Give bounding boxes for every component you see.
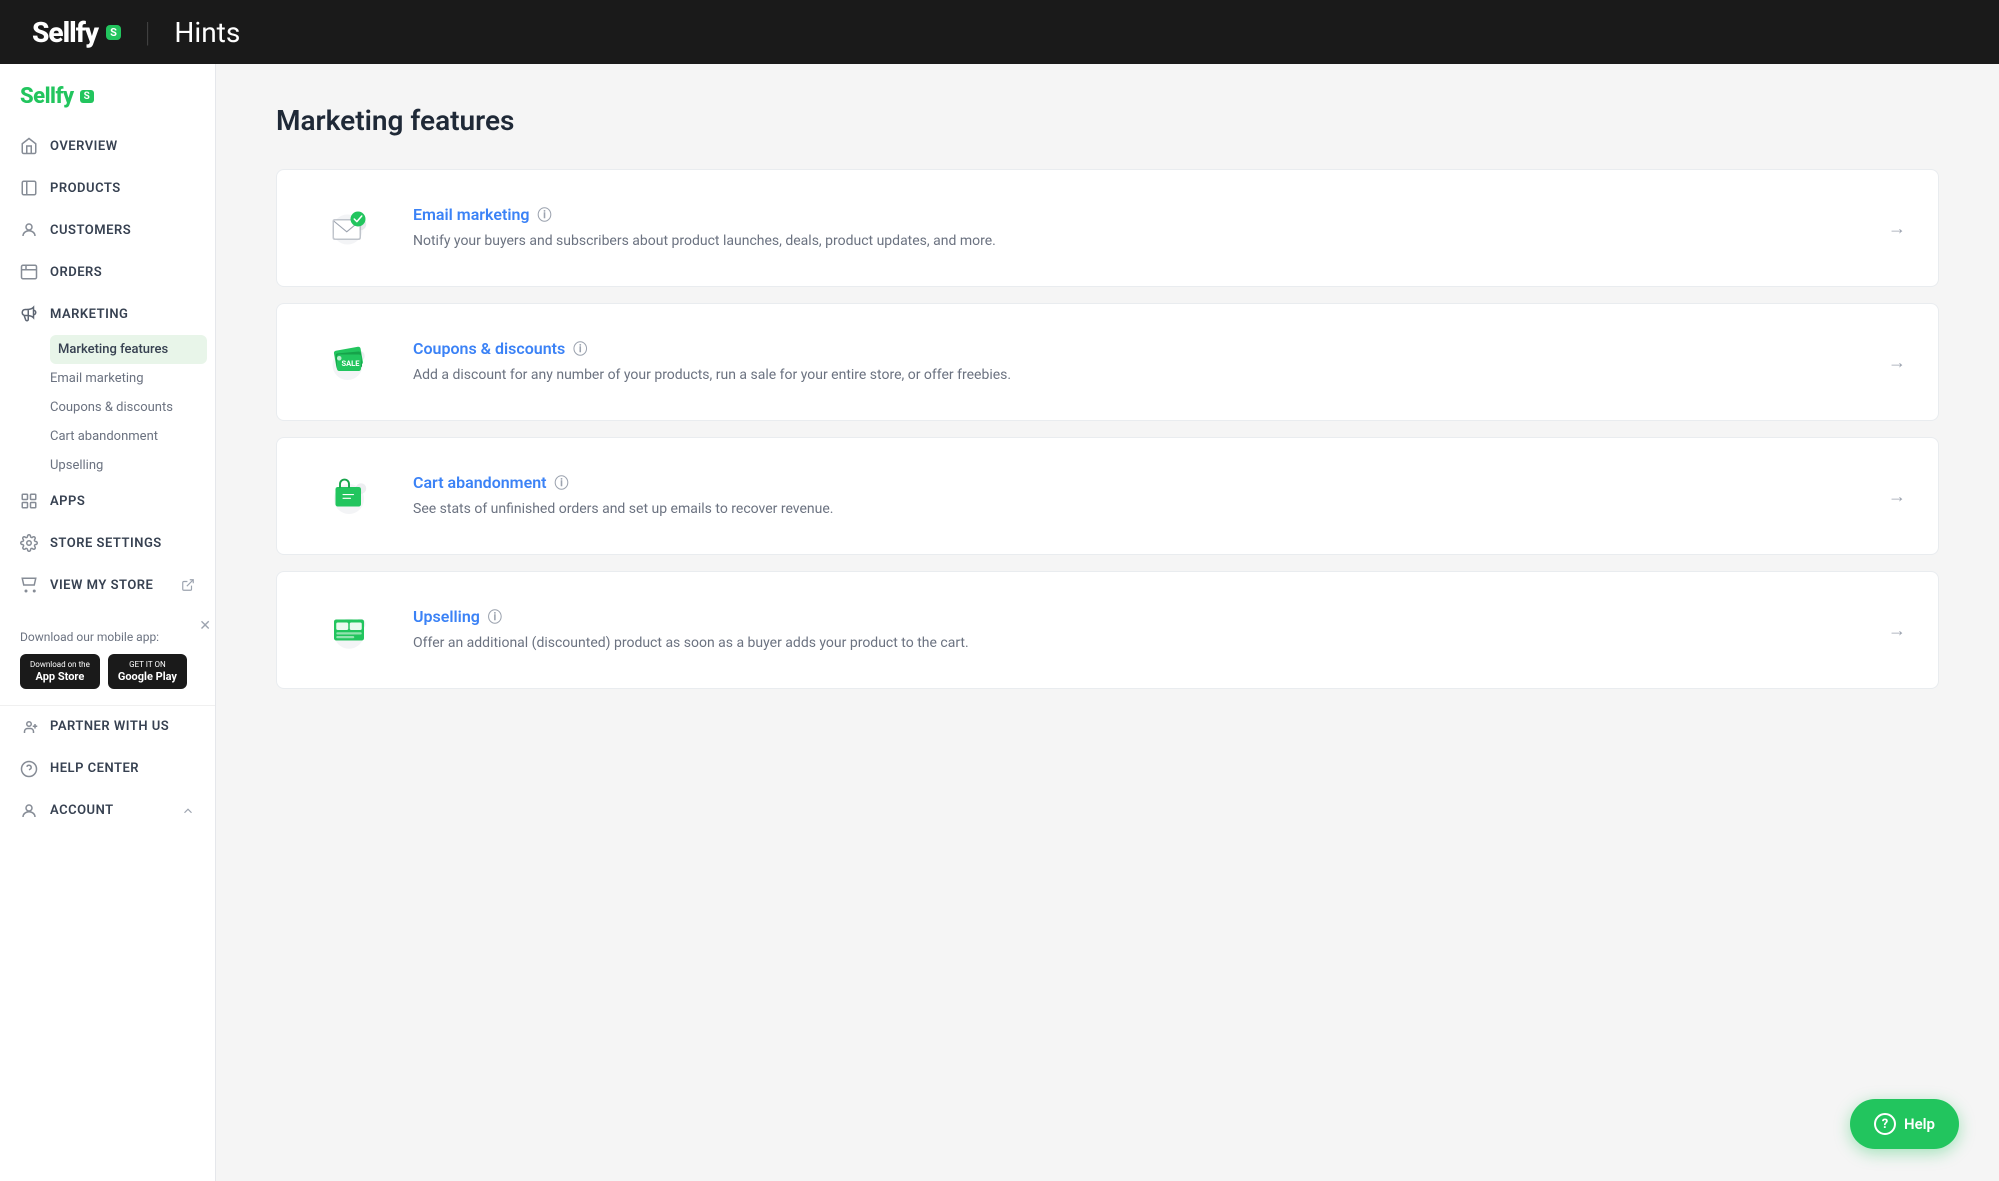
upselling-info-icon[interactable]: ⓘ (488, 607, 502, 627)
top-header: Sellfy S | Hints (0, 0, 1999, 64)
coupons-info: Coupons & discounts ⓘ Add a discount for… (413, 339, 1872, 386)
close-mobile-banner[interactable]: ✕ (199, 618, 211, 634)
sidebar-logo: Sellfy S (0, 64, 215, 125)
upselling-desc: Offer an additional (discounted) product… (413, 633, 1872, 654)
sidebar-item-upselling[interactable]: Upselling (50, 451, 215, 480)
main-content: Marketing features Email marketing (216, 64, 1999, 1181)
external-link-icon (181, 578, 195, 592)
nav-customers[interactable]: Customers (0, 209, 215, 251)
header-logo-badge: S (106, 25, 121, 40)
upselling-icon-wrap (309, 600, 389, 660)
nav-orders[interactable]: Orders (0, 251, 215, 293)
coupons-title: Coupons & discounts ⓘ (413, 339, 1872, 359)
marketing-icon (20, 305, 38, 323)
email-marketing-desc: Notify your buyers and subscribers about… (413, 231, 1872, 252)
help-button-label: Help (1904, 1115, 1935, 1133)
nav-apps[interactable]: Apps (0, 480, 215, 522)
upselling-card[interactable]: Upselling ⓘ Offer an additional (discoun… (276, 571, 1939, 689)
account-icon (20, 802, 38, 820)
help-center-icon (20, 760, 38, 778)
help-button[interactable]: ? Help (1850, 1099, 1959, 1149)
coupons-discounts-card[interactable]: SALE Coupons & discounts ⓘ Add a discoun… (276, 303, 1939, 421)
chevron-up-icon (181, 804, 195, 818)
coupons-arrow: → (1888, 352, 1906, 373)
page-title: Marketing features (276, 104, 1939, 137)
nav-marketing[interactable]: Marketing (0, 293, 215, 335)
header-title: Hints (174, 16, 240, 49)
email-marketing-info: Email marketing ⓘ Notify your buyers and… (413, 205, 1872, 252)
email-marketing-card[interactable]: Email marketing ⓘ Notify your buyers and… (276, 169, 1939, 287)
nav-account[interactable]: ACCOUNT (0, 790, 215, 832)
nav-help-center-label: HELP CENTER (50, 761, 139, 776)
partner-icon (20, 718, 38, 736)
coupons-desc: Add a discount for any number of your pr… (413, 365, 1872, 386)
email-marketing-title: Email marketing ⓘ (413, 205, 1872, 225)
email-marketing-info-icon[interactable]: ⓘ (538, 205, 552, 225)
apps-icon (20, 492, 38, 510)
sidebar: Sellfy S Overview Products Customers Ord… (0, 64, 216, 1181)
nav-apps-label: Apps (50, 494, 85, 509)
sidebar-item-cart-abandonment[interactable]: Cart abandonment (50, 422, 215, 451)
nav-partner-label: PARTNER WITH US (50, 719, 169, 734)
nav-marketing-label: Marketing (50, 307, 128, 322)
cart-abandonment-card[interactable]: Cart abandonment ⓘ See stats of unfinish… (276, 437, 1939, 555)
app-store-buttons: Download on the App Store GET IT ON Goog… (20, 654, 195, 689)
header-divider: | (145, 16, 151, 49)
coupons-info-icon[interactable]: ⓘ (573, 339, 587, 359)
mobile-app-label: Download our mobile app: (20, 630, 195, 644)
email-marketing-arrow: → (1888, 218, 1906, 239)
email-marketing-icon (319, 198, 379, 258)
email-marketing-icon-wrap (309, 198, 389, 258)
nav-store-settings-label: Store Settings (50, 536, 162, 551)
mobile-app-section: ✕ Download our mobile app: Download on t… (0, 614, 215, 705)
nav-view-my-store-label: View My Store (50, 578, 153, 593)
help-question-icon: ? (1874, 1113, 1896, 1135)
orders-icon (20, 263, 38, 281)
google-play-button[interactable]: GET IT ON Google Play (108, 654, 187, 689)
cart-icon (319, 466, 379, 526)
nav-products-label: Products (50, 181, 121, 196)
upselling-icon (319, 600, 379, 660)
nav-overview-label: Overview (50, 139, 118, 154)
home-icon (20, 137, 38, 155)
marketing-sub-nav: Marketing features Email marketing Coupo… (0, 335, 215, 480)
nav-customers-label: Customers (50, 223, 131, 238)
customers-icon (20, 221, 38, 239)
settings-icon (20, 534, 38, 552)
nav-view-my-store[interactable]: View My Store (0, 564, 215, 606)
sidebar-footer-nav: PARTNER WITH US HELP CENTER ACCOUNT (0, 705, 215, 832)
sidebar-logo-badge: S (80, 90, 94, 103)
sidebar-item-coupons-discounts[interactable]: Coupons & discounts (50, 393, 215, 422)
coupons-icon-wrap: SALE (309, 332, 389, 392)
upselling-arrow: → (1888, 620, 1906, 641)
layout: Sellfy S Overview Products Customers Ord… (0, 64, 1999, 1181)
nav-overview[interactable]: Overview (0, 125, 215, 167)
nav-partner-with-us[interactable]: PARTNER WITH US (0, 706, 215, 748)
nav-products[interactable]: Products (0, 167, 215, 209)
coupons-icon: SALE (319, 332, 379, 392)
store-icon (20, 576, 38, 594)
sidebar-logo-text: Sellfy (20, 84, 74, 109)
svg-text:SALE: SALE (342, 359, 361, 368)
sidebar-item-email-marketing[interactable]: Email marketing (50, 364, 215, 393)
cart-abandonment-desc: See stats of unfinished orders and set u… (413, 499, 1872, 520)
nav-help-center[interactable]: HELP CENTER (0, 748, 215, 790)
cart-abandonment-info: Cart abandonment ⓘ See stats of unfinish… (413, 473, 1872, 520)
header-logo-text: Sellfy (32, 16, 98, 49)
cart-icon-wrap (309, 466, 389, 526)
products-icon (20, 179, 38, 197)
app-store-button[interactable]: Download on the App Store (20, 654, 100, 689)
nav-store-settings[interactable]: Store Settings (0, 522, 215, 564)
nav-orders-label: Orders (50, 265, 102, 280)
upselling-title: Upselling ⓘ (413, 607, 1872, 627)
cart-abandonment-info-icon[interactable]: ⓘ (555, 473, 569, 493)
cart-abandonment-arrow: → (1888, 486, 1906, 507)
cart-abandonment-title: Cart abandonment ⓘ (413, 473, 1872, 493)
header-logo: Sellfy S (32, 16, 121, 49)
upselling-info: Upselling ⓘ Offer an additional (discoun… (413, 607, 1872, 654)
sidebar-item-marketing-features[interactable]: Marketing features (50, 335, 207, 364)
nav-account-label: ACCOUNT (50, 803, 114, 818)
